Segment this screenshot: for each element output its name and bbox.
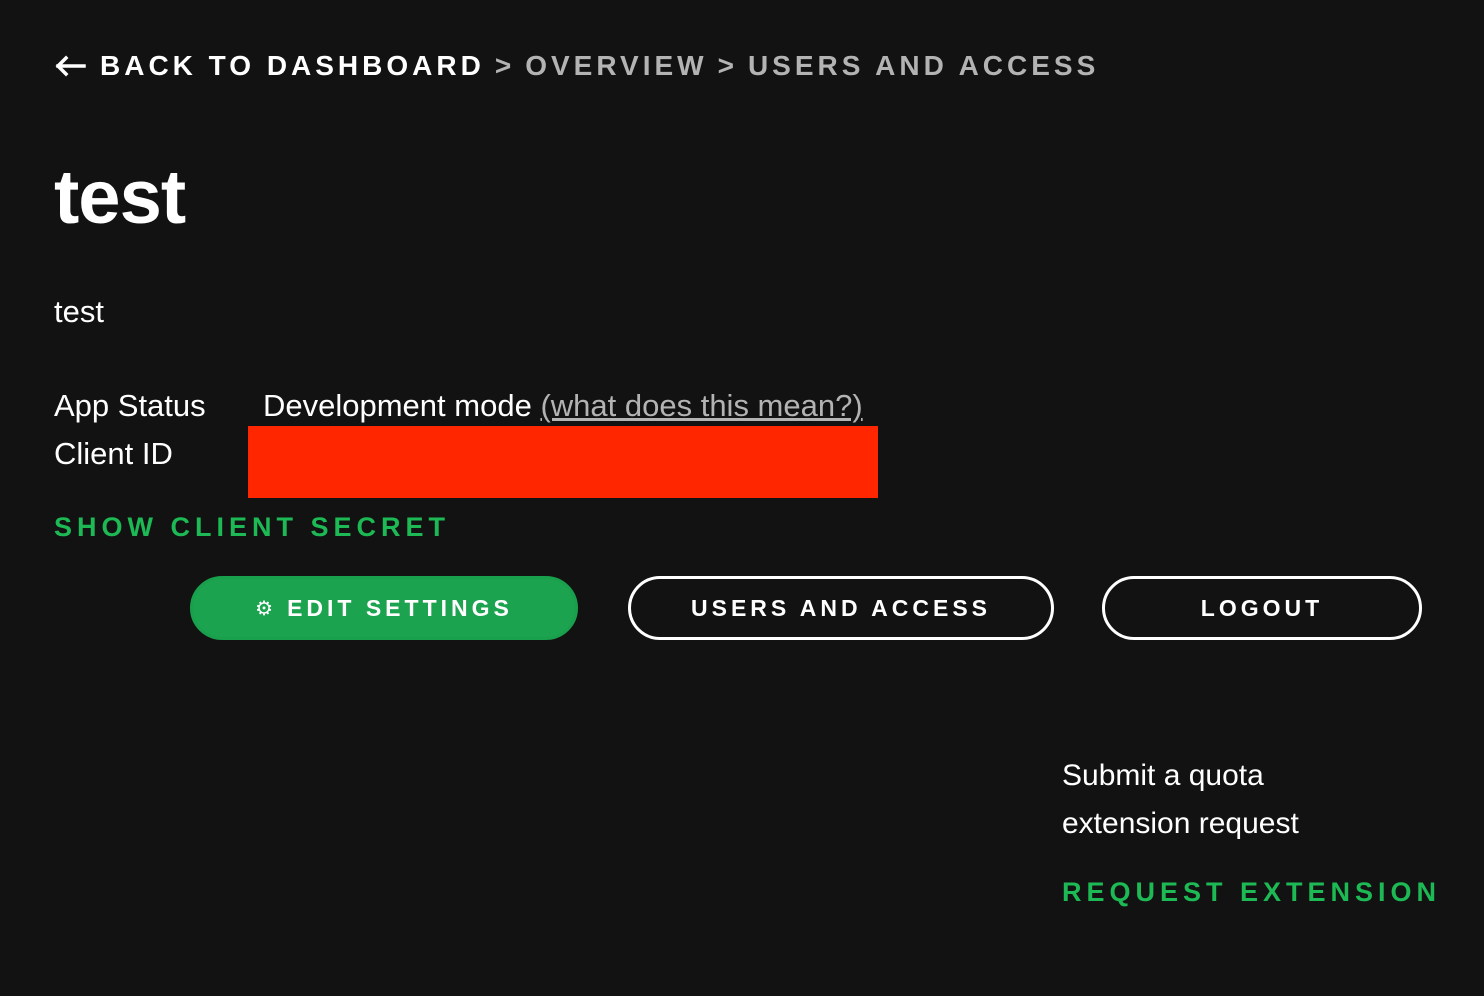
users-and-access-button[interactable]: USERS AND ACCESS xyxy=(628,576,1054,640)
show-client-secret-link[interactable]: SHOW CLIENT SECRET xyxy=(54,512,450,543)
app-status-value: Development mode xyxy=(263,388,532,423)
users-and-access-label: USERS AND ACCESS xyxy=(691,594,991,621)
breadcrumb-item-overview[interactable]: OVERVIEW xyxy=(525,50,707,82)
logout-button[interactable]: LOGOUT xyxy=(1102,576,1422,640)
quota-extension-text: Submit a quota extension request xyxy=(1062,759,1299,840)
logout-label: LOGOUT xyxy=(1200,594,1324,621)
breadcrumb: BACK TO DASHBOARD > OVERVIEW > USERS AND… xyxy=(54,50,1099,82)
app-description: test xyxy=(54,294,104,329)
status-help-link[interactable]: (what does this mean?) xyxy=(540,388,862,423)
client-id-row: Client ID xyxy=(54,436,263,472)
breadcrumb-separator: > xyxy=(494,50,516,81)
back-to-dashboard-link[interactable]: BACK TO DASHBOARD xyxy=(54,50,485,82)
breadcrumb-separator: > xyxy=(717,50,738,81)
app-status-label: App Status xyxy=(54,388,206,423)
back-arrow-icon xyxy=(55,55,86,77)
back-to-dashboard-label: BACK TO DASHBOARD xyxy=(100,50,485,81)
client-id-redacted-value xyxy=(248,426,878,498)
request-extension-link[interactable]: REQUEST EXTENSION xyxy=(1062,877,1441,908)
page-title: test xyxy=(54,155,186,240)
client-id-label: Client ID xyxy=(54,436,173,471)
breadcrumb-item-users-and-access[interactable]: USERS AND ACCESS xyxy=(748,50,1099,82)
gear-icon: ⚙ xyxy=(255,597,274,620)
edit-settings-button[interactable]: ⚙ EDIT SETTINGS xyxy=(190,576,578,640)
edit-settings-label: EDIT SETTINGS xyxy=(287,594,513,621)
app-status-row: App Status Development mode (what does th… xyxy=(54,388,863,424)
